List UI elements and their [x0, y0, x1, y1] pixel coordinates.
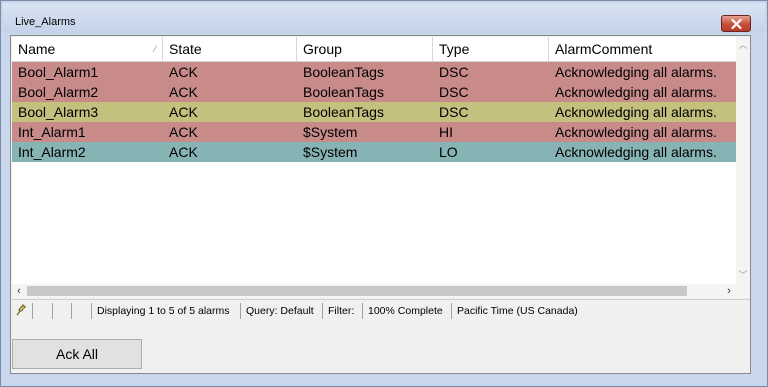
status-bar: Displaying 1 to 5 of 5 alarms Query: Def… — [12, 299, 750, 322]
status-divider — [71, 303, 72, 319]
cell-comment: Acknowledging all alarms. — [555, 64, 717, 80]
close-icon — [731, 19, 742, 29]
cell-comment: Acknowledging all alarms. — [555, 84, 717, 100]
cell-state: ACK — [169, 144, 198, 160]
alarm-window: Live_Alarms Name ⁄ State Group Type Alar… — [0, 0, 768, 387]
status-divider — [362, 303, 363, 319]
cell-state: ACK — [169, 124, 198, 140]
cell-comment: Acknowledging all alarms. — [555, 144, 717, 160]
table-row[interactable]: Bool_Alarm1 ACK BooleanTags DSC Acknowle… — [12, 62, 736, 82]
cell-state: ACK — [169, 104, 198, 120]
vertical-scrollbar[interactable]: ︿ ﹀ — [736, 37, 750, 284]
sort-indicator-icon: ⁄ — [154, 44, 156, 54]
alarm-panel: Name ⁄ State Group Type AlarmComment Boo… — [10, 35, 751, 374]
cell-type: DSC — [439, 84, 469, 100]
cell-type: DSC — [439, 64, 469, 80]
status-complete: 100% Complete — [368, 305, 443, 317]
status-displaying: Displaying 1 to 5 of 5 alarms — [97, 305, 230, 317]
window-title: Live_Alarms — [15, 16, 76, 28]
cell-name: Bool_Alarm3 — [18, 104, 99, 120]
cell-type: HI — [439, 124, 453, 140]
column-header-group[interactable]: Group — [297, 37, 433, 61]
cell-group: BooleanTags — [303, 64, 384, 80]
title-bar: Live_Alarms — [3, 3, 765, 33]
cell-type: DSC — [439, 104, 469, 120]
cell-group: BooleanTags — [303, 104, 384, 120]
grid-header: Name ⁄ State Group Type AlarmComment — [12, 37, 736, 62]
table-row[interactable]: Int_Alarm1 ACK $System HI Acknowledging … — [12, 122, 736, 142]
cell-group: BooleanTags — [303, 84, 384, 100]
status-divider — [240, 303, 241, 319]
cell-comment: Acknowledging all alarms. — [555, 104, 717, 120]
close-button[interactable] — [721, 15, 751, 32]
column-header-state[interactable]: State — [163, 37, 297, 61]
horizontal-scrollbar[interactable]: ‹ › — [12, 284, 750, 298]
cell-group: $System — [303, 144, 358, 160]
alarm-grid: Name ⁄ State Group Type AlarmComment Boo… — [12, 37, 736, 284]
cell-name: Bool_Alarm1 — [18, 64, 99, 80]
cell-name: Int_Alarm1 — [18, 124, 86, 140]
cell-type: LO — [439, 144, 458, 160]
cell-group: $System — [303, 124, 358, 140]
status-divider — [322, 303, 323, 319]
column-header-alarmcomment[interactable]: AlarmComment — [549, 37, 736, 61]
status-divider — [32, 303, 33, 319]
status-filter: Filter: — [328, 305, 355, 317]
status-query: Query: Default — [246, 305, 314, 317]
scroll-left-icon[interactable]: ‹ — [12, 284, 26, 298]
scroll-up-icon[interactable]: ︿ — [736, 38, 750, 52]
ack-all-button[interactable]: Ack All — [12, 339, 142, 369]
cell-state: ACK — [169, 84, 198, 100]
table-row[interactable]: Bool_Alarm3 ACK BooleanTags DSC Acknowle… — [12, 102, 736, 122]
pin-icon — [14, 303, 28, 321]
status-timezone: Pacific Time (US Canada) — [457, 305, 578, 317]
cell-comment: Acknowledging all alarms. — [555, 124, 717, 140]
column-header-label: Name — [18, 41, 56, 57]
column-header-name[interactable]: Name ⁄ — [12, 37, 163, 61]
scroll-right-icon[interactable]: › — [722, 284, 736, 298]
table-row[interactable]: Int_Alarm2 ACK $System LO Acknowledging … — [12, 142, 736, 162]
status-divider — [52, 303, 53, 319]
scrollbar-thumb[interactable] — [27, 286, 687, 296]
status-divider — [91, 303, 92, 319]
column-header-type[interactable]: Type — [433, 37, 549, 61]
cell-state: ACK — [169, 64, 198, 80]
status-divider — [451, 303, 452, 319]
scroll-down-icon[interactable]: ﹀ — [736, 268, 750, 282]
cell-name: Bool_Alarm2 — [18, 84, 99, 100]
table-row[interactable]: Bool_Alarm2 ACK BooleanTags DSC Acknowle… — [12, 82, 736, 102]
cell-name: Int_Alarm2 — [18, 144, 86, 160]
